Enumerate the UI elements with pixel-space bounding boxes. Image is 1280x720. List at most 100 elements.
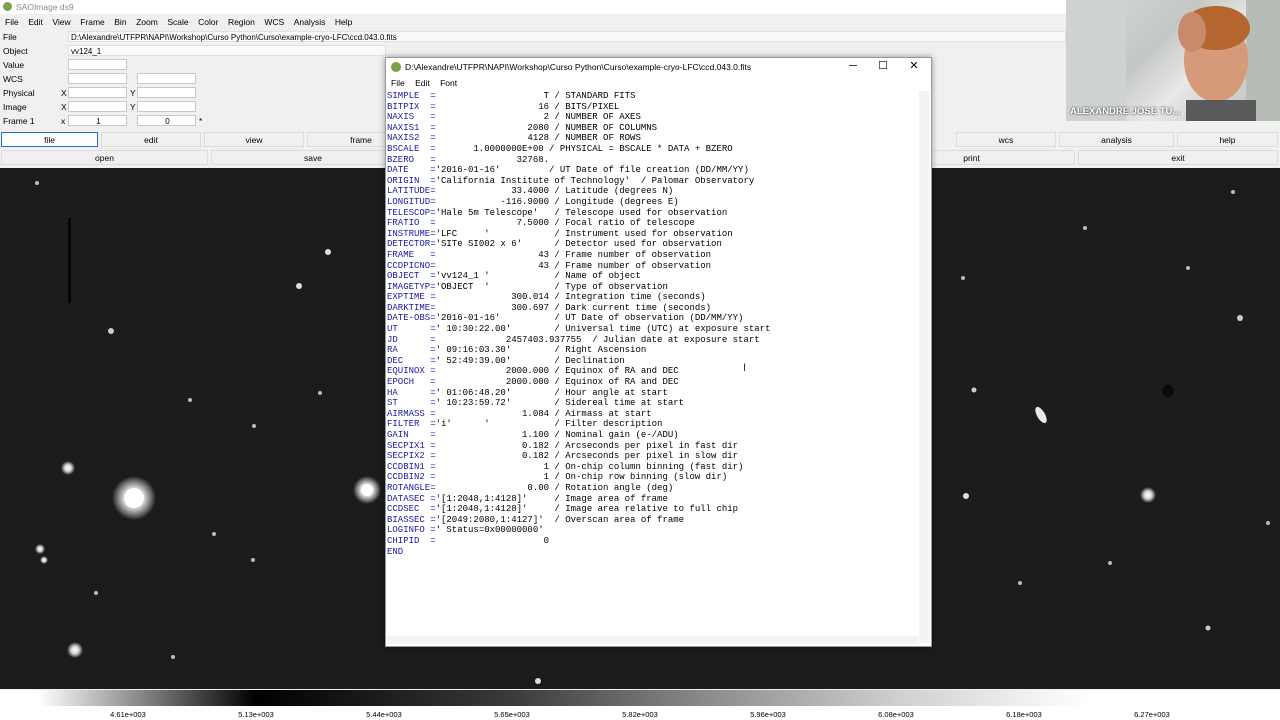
header-line: LONGITUD= -116.9000 / Longitude (degrees…: [387, 197, 918, 208]
dialog-title-bar[interactable]: D:\Alexandre\UTFPR\NAPI\Workshop\Curso P…: [386, 58, 931, 76]
open-button[interactable]: open: [1, 150, 208, 165]
header-line: IMAGETYP='OBJECT ' / Type of observation: [387, 282, 918, 293]
header-value: 'LFC ' / Instrument used for observation: [435, 228, 733, 239]
image-x-label: X: [61, 102, 67, 112]
exit-button[interactable]: exit: [1078, 150, 1278, 165]
minimize-button[interactable]: ─: [842, 59, 864, 74]
edit-button[interactable]: edit: [101, 132, 201, 147]
header-keyword: BSCALE =: [387, 143, 436, 154]
menu-file[interactable]: File: [5, 15, 19, 29]
colorbar-tick: 6.27e+003: [1134, 710, 1170, 719]
header-value: 'Hale 5m Telescope' / Telescope used for…: [435, 207, 728, 218]
header-value: '[1:2048,1:4128]' / Image area relative …: [435, 504, 739, 515]
header-line: DETECTOR='SITe SI002 x 6' / Detector use…: [387, 239, 918, 250]
header-value: ' 01:06:48.20' / Hour angle at start: [435, 387, 668, 398]
menu-analysis[interactable]: Analysis: [294, 15, 326, 29]
header-line: ROTANGLE= 0.00 / Rotation angle (deg): [387, 483, 918, 494]
horizontal-scrollbar[interactable]: [387, 636, 918, 644]
header-value: 7.5000 / Focal ratio of telescope: [435, 218, 695, 229]
frame-star: *: [199, 116, 203, 126]
header-keyword: DATASEC =: [387, 493, 436, 504]
physical-y-field: [137, 87, 196, 98]
colorbar-tick: 5.82e+003: [622, 710, 658, 719]
menu-zoom[interactable]: Zoom: [136, 15, 158, 29]
wcs-y-field: [137, 73, 196, 84]
header-line: EPOCH = 2000.000 / Equinox of RA and DEC: [387, 377, 918, 388]
header-keyword: END: [387, 546, 404, 557]
header-value: '2016-01-16' / UT Date of observation (D…: [435, 313, 744, 324]
maximize-button[interactable]: ☐: [872, 59, 894, 74]
header-keyword: NAXIS =: [387, 112, 436, 123]
header-keyword: LONGITUD=: [387, 196, 436, 207]
menu-frame[interactable]: Frame: [80, 15, 105, 29]
header-line: CHIPID = 0: [387, 536, 918, 547]
vertical-scrollbar[interactable]: [919, 91, 929, 643]
text-cursor-icon: I: [743, 362, 747, 374]
header-keyword: TELESCOP=: [387, 207, 436, 218]
presenter-silhouette: [1066, 0, 1280, 121]
header-line: BSCALE = 1.0000000E+00 / PHYSICAL = BSCA…: [387, 144, 918, 155]
header-keyword: LATITUDE=: [387, 186, 436, 197]
dialog-menu-font[interactable]: Font: [440, 77, 457, 90]
dialog-menu-file[interactable]: File: [391, 77, 405, 90]
header-line: DATASEC ='[1:2048,1:4128]' / Image area …: [387, 494, 918, 505]
colorbar-tick: 5.44e+003: [366, 710, 402, 719]
menu-region[interactable]: Region: [228, 15, 255, 29]
header-keyword: CHIPID =: [387, 535, 436, 546]
menu-edit[interactable]: Edit: [28, 15, 43, 29]
physical-x-label: X: [61, 88, 67, 98]
menu-wcs[interactable]: WCS: [264, 15, 284, 29]
frame-zoom-field: 1: [68, 115, 127, 126]
header-keyword: SECPIX2 =: [387, 451, 436, 462]
help-button[interactable]: help: [1177, 132, 1278, 147]
header-keyword: ST =: [387, 398, 436, 409]
fits-header-text[interactable]: SIMPLE = T / STANDARD FITS BITPIX = 16 / …: [387, 91, 918, 637]
header-line: CCDBIN1 = 1 / On-chip column binning (fa…: [387, 462, 918, 473]
ds9-window-title: SAOImage ds9: [16, 2, 74, 12]
dialog-menu-edit[interactable]: Edit: [415, 77, 430, 90]
header-value: 1 / On-chip row binning (slow dir): [435, 472, 728, 483]
header-line: SIMPLE = T / STANDARD FITS: [387, 91, 918, 102]
menu-bin[interactable]: Bin: [114, 15, 126, 29]
file-button[interactable]: file: [1, 132, 98, 147]
colorbar-tick: 5.13e+003: [238, 710, 274, 719]
wcs-x-field: [68, 73, 127, 84]
participant-name: ALEXANDRE JOSE TU...: [1070, 106, 1181, 117]
header-value: 1.084 / Airmass at start: [435, 408, 652, 419]
header-value: 'California Institute of Technology' / P…: [435, 175, 755, 186]
header-line: AIRMASS = 1.084 / Airmass at start: [387, 409, 918, 420]
header-value: 16 / BITS/PIXEL: [435, 101, 620, 112]
header-value: 2457403.937755 / Julian date at exposure…: [435, 334, 760, 345]
header-value: 'OBJECT ' / Type of observation: [435, 281, 668, 292]
header-value: 1.100 / Nominal gain (e-/ADU): [435, 430, 679, 440]
header-keyword: CCDBIN1 =: [387, 461, 436, 472]
physical-x-field: [68, 87, 127, 98]
menu-help[interactable]: Help: [335, 15, 352, 29]
header-line: FRATIO = 7.5000 / Focal ratio of telesco…: [387, 218, 918, 229]
header-value: 2000.000 / Equinox of RA and DEC: [435, 377, 679, 388]
header-keyword: DATE-OBS=: [387, 313, 436, 324]
header-line: ST =' 10:23:59.72' / Sidereal time at st…: [387, 398, 918, 409]
header-keyword: FRAME =: [387, 249, 436, 260]
webcam-video: ALEXANDRE JOSE TU...: [1066, 0, 1280, 121]
header-value: 300.697 / Dark current time (seconds): [435, 302, 712, 313]
header-keyword: EPOCH =: [387, 377, 436, 388]
header-value: 1 / On-chip column binning (fast dir): [435, 461, 744, 472]
analysis-button[interactable]: analysis: [1059, 132, 1174, 147]
view-button[interactable]: view: [204, 132, 304, 147]
menu-view[interactable]: View: [52, 15, 70, 29]
wcs-button[interactable]: wcs: [956, 132, 1056, 147]
header-value: ' 10:30:22.00' / Universal time (UTC) at…: [435, 324, 771, 335]
header-line: GAIN = 1.100 / Nominal gain (e-/ADU): [387, 430, 918, 441]
colorbar[interactable]: [0, 690, 1280, 706]
header-keyword: SECPIX1 =: [387, 440, 436, 451]
header-line: JD = 2457403.937755 / Julian date at exp…: [387, 335, 918, 346]
close-button[interactable]: ✕: [903, 59, 925, 74]
header-keyword: SIMPLE =: [387, 91, 436, 101]
header-line: RA =' 09:16:03.30' / Right Ascension: [387, 345, 918, 356]
header-value: 0.182 / Arcseconds per pixel in fast dir: [435, 440, 739, 451]
header-value: 'SITe SI002 x 6' / Detector used for obs…: [435, 239, 722, 250]
menu-scale[interactable]: Scale: [167, 15, 188, 29]
menu-color[interactable]: Color: [198, 15, 218, 29]
header-line: DEC =' 52:49:39.00' / Declination: [387, 356, 918, 367]
